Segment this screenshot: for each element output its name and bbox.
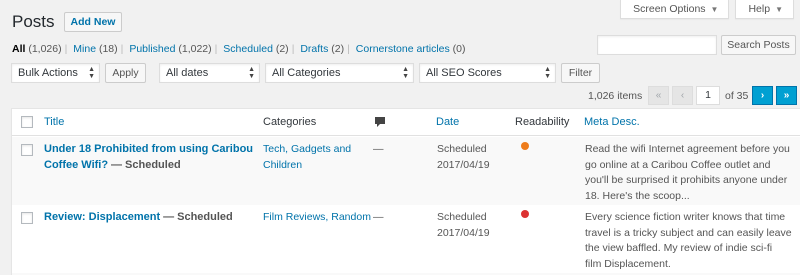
view-mine-count: (18) [98,43,118,55]
select-all-checkbox[interactable] [21,116,33,128]
meta-desc-line: the view baffled. My review of indie sci… [585,242,773,254]
prev-page-button[interactable]: ‹ [672,86,693,105]
column-readability: Readability [515,116,570,128]
post-status-filters: All (1,026) | Mine (18) | Published (1,022… [12,43,466,55]
view-published-link[interactable]: Published [129,43,175,55]
date-status: Scheduled [437,211,487,223]
categories-select[interactable]: All Categories ▲ ▼ [265,63,414,83]
post-title-cell: Under 18 Prohibited from using Caribou C… [44,142,259,173]
post-date-cell: Scheduled 2017/04/19 [437,142,490,173]
select-arrows-icon: ▲ ▼ [544,66,551,80]
posts-table: Title Categories Date Readability Meta D… [11,108,800,275]
dates-select[interactable]: All dates ▲ ▼ [159,63,260,83]
meta-desc-cell: Every science fiction writer knows that … [585,210,795,272]
readability-bad-dot [521,210,529,218]
meta-desc-line: go online at a Caribou Coffee outlet and [585,158,771,171]
select-arrows-icon: ▲ ▼ [402,66,409,80]
select-arrows-icon: ▲ ▼ [88,66,95,80]
screen-options-label: Screen Options [633,3,706,15]
filter-button[interactable]: Filter [561,63,600,83]
view-published-count: (1,022) [178,43,212,55]
post-title-link[interactable]: Coffee Wifi? [44,159,108,171]
view-cornerstone-link[interactable]: Cornerstone articles [356,43,450,55]
post-state: — Scheduled [110,158,181,171]
column-meta-desc[interactable]: Meta Desc. [584,116,640,128]
last-page-button[interactable]: » [776,86,797,105]
column-title[interactable]: Title [44,116,64,128]
table-row: Under 18 Prohibited from using Caribou C… [12,137,800,205]
category-link[interactable]: Tech, Gadgets and [263,143,351,155]
meta-desc-line: 18. Here's the scoop... [585,189,690,202]
screen-meta-links: Screen Options ▼ Help ▼ [620,0,794,19]
post-categories-cell: Film Reviews, Random [263,210,371,226]
post-categories-cell: Tech, Gadgets and Children [263,142,351,173]
date-value: 2017/04/19 [437,158,490,171]
table-header: Title Categories Date Readability Meta D… [12,109,800,136]
meta-desc-line: travel is a tricky subject and can easil… [585,226,792,239]
view-cornerstone-count: (0) [452,43,466,55]
view-drafts-count: (2) [331,43,345,55]
view-scheduled-link[interactable]: Scheduled [223,43,273,55]
view-mine-link[interactable]: Mine [73,43,96,55]
meta-desc-line: film Displacement. [585,257,671,270]
category-link[interactable]: Film Reviews, Random [263,211,371,223]
bulk-actions-select[interactable]: Bulk Actions ▲ ▼ [11,63,100,83]
add-new-button[interactable]: Add New [63,12,123,32]
search-input[interactable] [597,35,717,55]
meta-desc-line: Read the wifi Internet agreement before … [585,143,790,155]
comment-count: — [373,143,384,155]
post-title-cell: Review: Displacement — Scheduled [44,210,259,226]
column-categories: Categories [263,116,317,128]
date-value: 2017/04/19 [437,226,490,239]
help-button[interactable]: Help ▼ [735,0,794,19]
items-count: 1,026 items [588,90,643,102]
comment-count: — [373,211,384,223]
readability-ok-dot [521,142,529,150]
comment-bubble-icon[interactable] [374,116,386,132]
post-date-cell: Scheduled 2017/04/19 [437,210,490,241]
categories-value: All Categories [272,67,341,79]
caret-down-icon: ▼ [775,5,783,14]
post-title-link[interactable]: Under 18 Prohibited from using Caribou [44,143,253,155]
dates-value: All dates [166,67,209,79]
help-label: Help [748,3,771,15]
meta-desc-line: you'll be surprised it prohibits anyone … [585,174,788,186]
search-posts-button[interactable]: Search Posts [721,35,796,55]
page-heading: Posts Add New [12,12,123,32]
view-drafts-link[interactable]: Drafts [300,43,328,55]
row-checkbox[interactable] [21,212,33,224]
meta-desc-line: Every science fiction writer knows that … [585,211,786,223]
view-all-link[interactable]: All [12,43,25,55]
bulk-actions-value: Bulk Actions [18,67,78,79]
screen-options-button[interactable]: Screen Options ▼ [620,0,730,19]
view-all-count: (1,026) [28,43,62,55]
row-checkbox[interactable] [21,144,33,156]
seo-scores-value: All SEO Scores [426,67,502,79]
current-page-input[interactable]: 1 [696,86,720,105]
table-row: Review: Displacement — Scheduled Film Re… [12,205,800,273]
page-title: Posts [12,12,55,31]
select-arrows-icon: ▲ ▼ [248,66,255,80]
date-status: Scheduled [437,143,487,155]
meta-desc-cell: Read the wifi Internet agreement before … [585,142,795,204]
seo-scores-select[interactable]: All SEO Scores ▲ ▼ [419,63,556,83]
first-page-button[interactable]: « [648,86,669,105]
total-pages: of 35 [725,90,749,102]
apply-button[interactable]: Apply [105,63,146,83]
next-page-button[interactable]: › [752,86,773,105]
view-scheduled-count: (2) [275,43,289,55]
caret-down-icon: ▼ [710,5,719,14]
column-date[interactable]: Date [436,116,459,128]
category-link[interactable]: Children [263,159,302,171]
post-title-link[interactable]: Review: Displacement [44,211,160,223]
post-state: — Scheduled [163,211,233,223]
